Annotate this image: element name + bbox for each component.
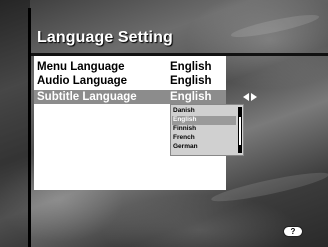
left-frame — [0, 0, 30, 247]
subtitle-language-value: English — [170, 91, 212, 103]
page-title: Language Setting — [37, 29, 173, 46]
background-cloud — [229, 10, 321, 42]
subtitle-language-label: Subtitle Language — [37, 91, 137, 103]
audio-language-value: English — [170, 75, 212, 87]
dropdown-option-danish[interactable]: Danish — [173, 107, 195, 115]
dropdown-option-french[interactable]: French — [173, 134, 195, 142]
audio-language-row[interactable]: Audio Language English — [34, 75, 226, 88]
menu-language-row[interactable]: Menu Language English — [34, 61, 226, 74]
menu-language-label: Menu Language — [37, 61, 125, 73]
frame-divider — [28, 8, 31, 247]
background-cloud — [209, 167, 328, 207]
help-button[interactable]: ? — [283, 226, 303, 237]
arrow-left-icon[interactable] — [243, 93, 249, 101]
menu-language-value: English — [170, 61, 212, 73]
left-right-arrows-icon[interactable] — [241, 91, 261, 103]
audio-language-label: Audio Language — [37, 75, 128, 87]
osd-screen: Language Setting Menu Language English A… — [0, 0, 328, 247]
dropdown-option-finnish[interactable]: Finnish — [173, 125, 196, 133]
dropdown-option-german[interactable]: German — [173, 143, 198, 151]
dropdown-option-english[interactable]: English — [173, 116, 196, 124]
dropdown-scroll-thumb[interactable] — [239, 117, 241, 145]
subtitle-language-dropdown[interactable]: Danish English Finnish French German — [170, 104, 244, 156]
arrow-right-icon[interactable] — [251, 93, 257, 101]
subtitle-language-row[interactable]: Subtitle Language English — [34, 90, 226, 104]
